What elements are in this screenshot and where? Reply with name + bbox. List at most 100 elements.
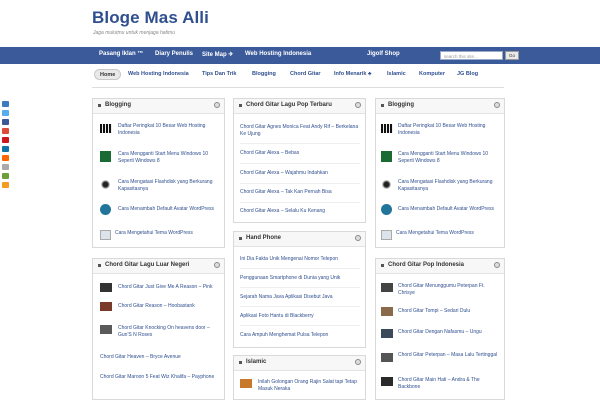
album-thumb-icon[interactable] [381, 329, 393, 338]
gear-icon[interactable] [494, 102, 500, 108]
widget-title: Chord Gitar Lagu Luar Negeri [105, 262, 190, 268]
widget-entry-link[interactable]: Daftar Peringkat 10 Besar Web Hosting In… [118, 123, 221, 137]
widget-title: Chord Gitar Lagu Pop Terbaru [246, 102, 332, 108]
widget-entry-link[interactable]: Penggunaan Smartphone di Dunia yang Unik [240, 275, 360, 282]
widget-entry-link[interactable]: Chord Gitar Knocking On heavens door – G… [118, 325, 222, 339]
gear-icon[interactable] [214, 262, 220, 268]
wordpress-thumb-icon[interactable] [100, 204, 111, 215]
tab-web-hosting[interactable]: Web Hosting Indonesia [128, 69, 189, 80]
album-thumb-icon[interactable] [381, 353, 393, 362]
twitter-icon[interactable] [2, 110, 9, 116]
widget-entry-link[interactable]: Chord Gitar Alexa – Wajahmu Indahkan [240, 170, 360, 177]
site-header: Bloge Mas Alli Jaga mulutmu untuk menjag… [0, 0, 600, 44]
topnav-item-web-hosting[interactable]: Web Hosting Indonesia [245, 51, 311, 57]
laptop-thumb-icon[interactable] [381, 230, 392, 240]
youtube-icon[interactable] [2, 137, 9, 143]
stripes-thumb-icon[interactable] [381, 124, 393, 133]
site-title[interactable]: Bloge Mas Alli [92, 8, 209, 28]
flashdisk-thumb-icon[interactable] [100, 179, 111, 190]
widget-entry-link[interactable]: Cara Mengatasi Flashdisk yang Berkurang … [118, 179, 221, 193]
widget-entry-link[interactable]: Cara Mengetahui Tema WordPress [396, 230, 500, 237]
tab-chord-gitar[interactable]: Chord Gitar [290, 69, 321, 80]
widget-title: Blogging [388, 102, 414, 108]
widget-entry-link[interactable]: Chord Gitar Main Hati – Andra & The Back… [398, 377, 502, 391]
widget-entry-link[interactable]: Chord Gitar Dengan Nafasmu – Ungu [398, 329, 502, 336]
windows-thumb-icon[interactable] [381, 151, 392, 162]
widget-entry-link[interactable]: Daftar Peringkat 10 Besar Web Hosting In… [398, 123, 502, 137]
widget-title: Hand Phone [246, 235, 282, 241]
gear-icon[interactable] [355, 102, 361, 108]
tab-info-menarik[interactable]: Info Menarik ♣ [334, 69, 372, 80]
google-plus-icon[interactable] [2, 128, 9, 134]
widget-title: Chord Gitar Pop Indonesia [388, 262, 465, 268]
widget-entry-link[interactable]: Cara Mengatasi Flashdisk yang Berkurang … [398, 179, 502, 193]
tab-islamic[interactable]: Islamic [387, 69, 406, 80]
widget-entry-link[interactable]: Cara Menambah Default Avatar WordPress [118, 206, 221, 213]
category-navigation: Home Web Hosting Indonesia Tips Dan Trik… [92, 67, 504, 83]
widget-entry-link[interactable]: Inilah Golongan Orang Rajin Salat tapi T… [258, 379, 362, 393]
album-thumb-icon[interactable] [100, 302, 112, 311]
widget-entry-link[interactable]: Cara Mengganti Start Menu Windows 10 Sep… [118, 151, 221, 165]
search-input[interactable]: search this site... [440, 51, 503, 60]
album-thumb-icon[interactable] [100, 325, 112, 334]
widget-entry-link[interactable]: Cara Mengetahui Tema WordPress [115, 230, 218, 237]
widget-title: Islamic [246, 359, 267, 365]
widget-entry-link[interactable]: Ini Dia Fakta Unik Mengenai Nomor Telepo… [240, 256, 360, 263]
nav-divider [92, 87, 504, 88]
mosque-thumb-icon[interactable] [240, 379, 252, 388]
album-thumb-icon[interactable] [381, 283, 393, 292]
widget-title: Blogging [105, 102, 131, 108]
widget-entry-link[interactable]: Aplikasi Foto Hantu di Blackberry [240, 313, 360, 320]
widget-entry-link[interactable]: Chord Gitar Tompi – Sedari Dulu [398, 308, 502, 315]
flashdisk-thumb-icon[interactable] [381, 179, 392, 190]
widget-entry-link[interactable]: Cara Mengganti Start Menu Windows 10 Sep… [398, 151, 502, 165]
widget-entry-link[interactable]: Chord Gitar Heaven – Bryce Avenue [100, 354, 220, 361]
widget-entry-link[interactable]: Chord Gitar Alexa – Tak Kan Pernah Bisa [240, 189, 360, 196]
topnav-item-diary-penulis[interactable]: Diary Penulis [155, 51, 193, 57]
gear-icon[interactable] [214, 102, 220, 108]
widget-entry-link[interactable]: Chord Gitar Menunggumu Peterpan Ft. Chri… [398, 283, 502, 297]
album-thumb-icon[interactable] [381, 307, 393, 316]
email-icon[interactable] [2, 164, 9, 170]
widget-entry-link[interactable]: Chord Gitar Just Give Me A Reason – Pink [118, 284, 222, 291]
digg-icon[interactable] [2, 173, 9, 179]
widget-entry-link[interactable]: Chord Gitar Alexa – Selalu Ku Kenang [240, 208, 360, 215]
widget-hand-phone: Hand Phone Ini Dia Fakta Unik Mengenai N… [233, 231, 366, 348]
tab-tips-dan-trik[interactable]: Tips Dan Trik [202, 69, 236, 80]
album-thumb-icon[interactable] [100, 283, 112, 292]
widget-islamic: Islamic Inilah Golongan Orang Rajin Sala… [233, 355, 366, 400]
widget-entry-link[interactable]: Cara Ampuh Menghemat Pulsa Telepon [240, 332, 360, 339]
gear-icon[interactable] [494, 262, 500, 268]
widget-entry-link[interactable]: Chord Gitar Agnes Monica Feat Andy Rif –… [240, 124, 360, 138]
topnav-item-pasang-iklan[interactable]: Pasang Iklan ™ [99, 51, 143, 57]
widget-entry-link[interactable]: Chord Gitar Peterpan – Masa Lalu Terting… [398, 352, 502, 359]
tab-home[interactable]: Home [94, 69, 122, 80]
widget-chord-luar-negeri: Chord Gitar Lagu Luar Negeri Chord Gitar… [92, 258, 225, 400]
tab-blogging[interactable]: Blogging [252, 69, 276, 80]
widget-entry-link[interactable]: Sejarah Nama Java Aplikasi Disebut Java [240, 294, 360, 301]
widget-entry-link[interactable]: Chord Gitar Alexa – Bebas [240, 150, 360, 157]
wordpress-thumb-icon[interactable] [381, 204, 392, 215]
stumbleupon-icon[interactable] [2, 155, 9, 161]
widget-entry-link[interactable]: Chord Gitar Reason – Hoobastank [118, 303, 222, 310]
tab-jg-blog[interactable]: JG Blog [457, 69, 478, 80]
laptop-thumb-icon[interactable] [100, 230, 111, 240]
album-thumb-icon[interactable] [381, 377, 393, 386]
gear-icon[interactable] [355, 235, 361, 241]
search-button[interactable]: Go [505, 51, 519, 60]
topnav-item-site-map[interactable]: Site Map ✈ [202, 51, 233, 58]
stripes-thumb-icon[interactable] [100, 124, 112, 133]
gear-icon[interactable] [355, 359, 361, 365]
widget-entry-link[interactable]: Chord Gitar Maroon 5 Feat Wiz Khalifa – … [100, 374, 220, 381]
facebook-icon[interactable] [2, 119, 9, 125]
linkedin-icon[interactable] [2, 146, 9, 152]
widget-entry-link[interactable]: Cara Menambah Default Avatar WordPress [398, 206, 502, 213]
widget-chord-pop-indonesia: Chord Gitar Pop Indonesia Chord Gitar Me… [375, 258, 505, 400]
topnav-item-jigolf-shop[interactable]: Jigolf Shop [367, 51, 400, 57]
windows-thumb-icon[interactable] [100, 151, 111, 162]
rss-icon[interactable] [2, 182, 9, 188]
widget-blogging-left: Blogging Daftar Peringkat 10 Besar Web H… [92, 98, 225, 248]
share-icon[interactable] [2, 101, 9, 107]
tab-komputer[interactable]: Komputer [419, 69, 445, 80]
site-tagline: Jaga mulutmu untuk menjaga hatimu [93, 30, 175, 36]
